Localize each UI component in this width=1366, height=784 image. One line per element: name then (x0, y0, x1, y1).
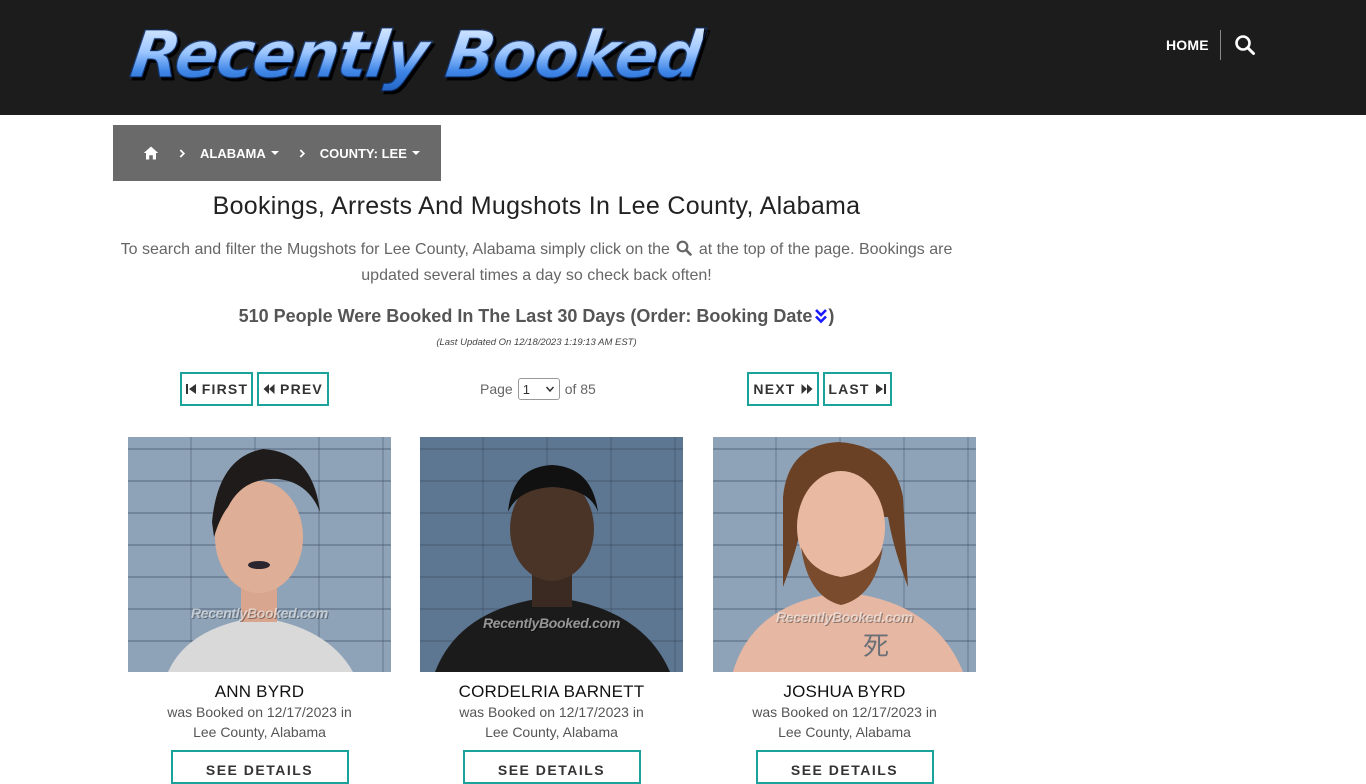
booking-card: RecentlyBooked.com ANN BYRD was Booked o… (128, 437, 391, 784)
booking-card: RecentlyBooked.com CORDELRIA BARNETT was… (420, 437, 683, 784)
mugshot-photo[interactable]: RecentlyBooked.com (128, 437, 391, 672)
photo-watermark: RecentlyBooked.com (776, 609, 913, 625)
booking-card: 死 RecentlyBooked.com JOSHUA BYRD was Boo… (713, 437, 976, 784)
mugshot-figure: 死 (733, 442, 963, 672)
breadcrumb-state-dropdown[interactable]: ALABAMA (200, 146, 279, 161)
booked-date-text: was Booked on 12/17/2023 in (167, 704, 352, 720)
page-label: Page (480, 381, 513, 397)
person-name[interactable]: ANN BYRD (128, 682, 391, 702)
person-name[interactable]: CORDELRIA BARNETT (420, 682, 683, 702)
last-page-label: LAST (828, 381, 870, 397)
home-icon[interactable] (143, 145, 159, 161)
search-icon (676, 239, 693, 256)
booking-count-line: 510 People Were Booked In The Last 30 Da… (113, 303, 960, 329)
first-page-button[interactable]: FIRST (180, 372, 253, 406)
next-page-label: NEXT (753, 381, 796, 397)
page-title: Bookings, Arrests And Mugshots In Lee Co… (212, 192, 861, 220)
first-page-label: FIRST (201, 381, 249, 397)
caret-down-icon (411, 151, 420, 155)
intro-text-before: To search and filter the Mugshots for Le… (120, 241, 670, 258)
photo-watermark: RecentlyBooked.com (483, 615, 620, 631)
page-selector: Page 1 of 85 (480, 377, 596, 401)
chevron-right-icon (179, 148, 186, 158)
prev-page-button[interactable]: PREV (257, 372, 329, 406)
site-logo[interactable]: Recently Booked (126, 18, 707, 94)
page-total-label: of 85 (564, 381, 596, 397)
site-header: Recently Booked HOME (0, 0, 1366, 115)
order-label: Booking Date (696, 306, 813, 326)
chevron-down-icon (545, 386, 554, 393)
nav-divider (1220, 30, 1221, 60)
page-number-value: 1 (522, 381, 530, 397)
skip-first-icon (185, 384, 196, 394)
intro-text: To search and filter the Mugshots for Le… (113, 237, 960, 289)
booking-count-text: 510 People Were Booked In The Last 30 Da… (238, 306, 692, 326)
order-toggle[interactable]: Booking Date (696, 306, 828, 326)
last-page-button[interactable]: LAST (823, 372, 892, 406)
search-icon[interactable] (1234, 34, 1256, 56)
breadcrumb: ALABAMA COUNTY: LEE (113, 125, 441, 181)
prev-page-label: PREV (280, 381, 323, 397)
booked-location-text: Lee County, Alabama (778, 724, 911, 740)
chevron-right-icon (299, 148, 306, 158)
mugshot-figure (168, 449, 353, 672)
see-details-button[interactable]: SEE DETAILS (755, 750, 934, 784)
last-updated: (Last Updated On 12/18/2023 1:19:13 AM E… (436, 337, 637, 348)
count-line-close: ) (828, 306, 835, 326)
nav-home-link[interactable]: HOME (1166, 36, 1209, 54)
breadcrumb-state-label: ALABAMA (200, 145, 266, 161)
caret-down-icon (270, 151, 279, 155)
double-chevron-down-icon (814, 305, 828, 324)
svg-text:死: 死 (863, 632, 889, 662)
page-number-select[interactable]: 1 (517, 378, 560, 400)
see-details-button[interactable]: SEE DETAILS (170, 750, 349, 784)
breadcrumb-county-dropdown[interactable]: COUNTY: LEE (320, 146, 420, 161)
person-name[interactable]: JOSHUA BYRD (713, 682, 976, 702)
booked-date-text: was Booked on 12/17/2023 in (752, 704, 937, 720)
booked-date-text: was Booked on 12/17/2023 in (459, 704, 644, 720)
rewind-icon (263, 384, 275, 394)
photo-watermark: RecentlyBooked.com (191, 605, 328, 621)
booked-location-text: Lee County, Alabama (193, 724, 326, 740)
see-details-button[interactable]: SEE DETAILS (462, 750, 641, 784)
fast-forward-icon (801, 384, 813, 394)
skip-last-icon (875, 384, 886, 394)
mugshot-figure (435, 465, 670, 672)
next-page-button[interactable]: NEXT (747, 372, 819, 406)
mugshot-photo[interactable]: 死 RecentlyBooked.com (713, 437, 976, 672)
mugshot-photo[interactable]: RecentlyBooked.com (420, 437, 683, 672)
booked-location-text: Lee County, Alabama (485, 724, 618, 740)
breadcrumb-county-label: COUNTY: LEE (319, 145, 407, 161)
